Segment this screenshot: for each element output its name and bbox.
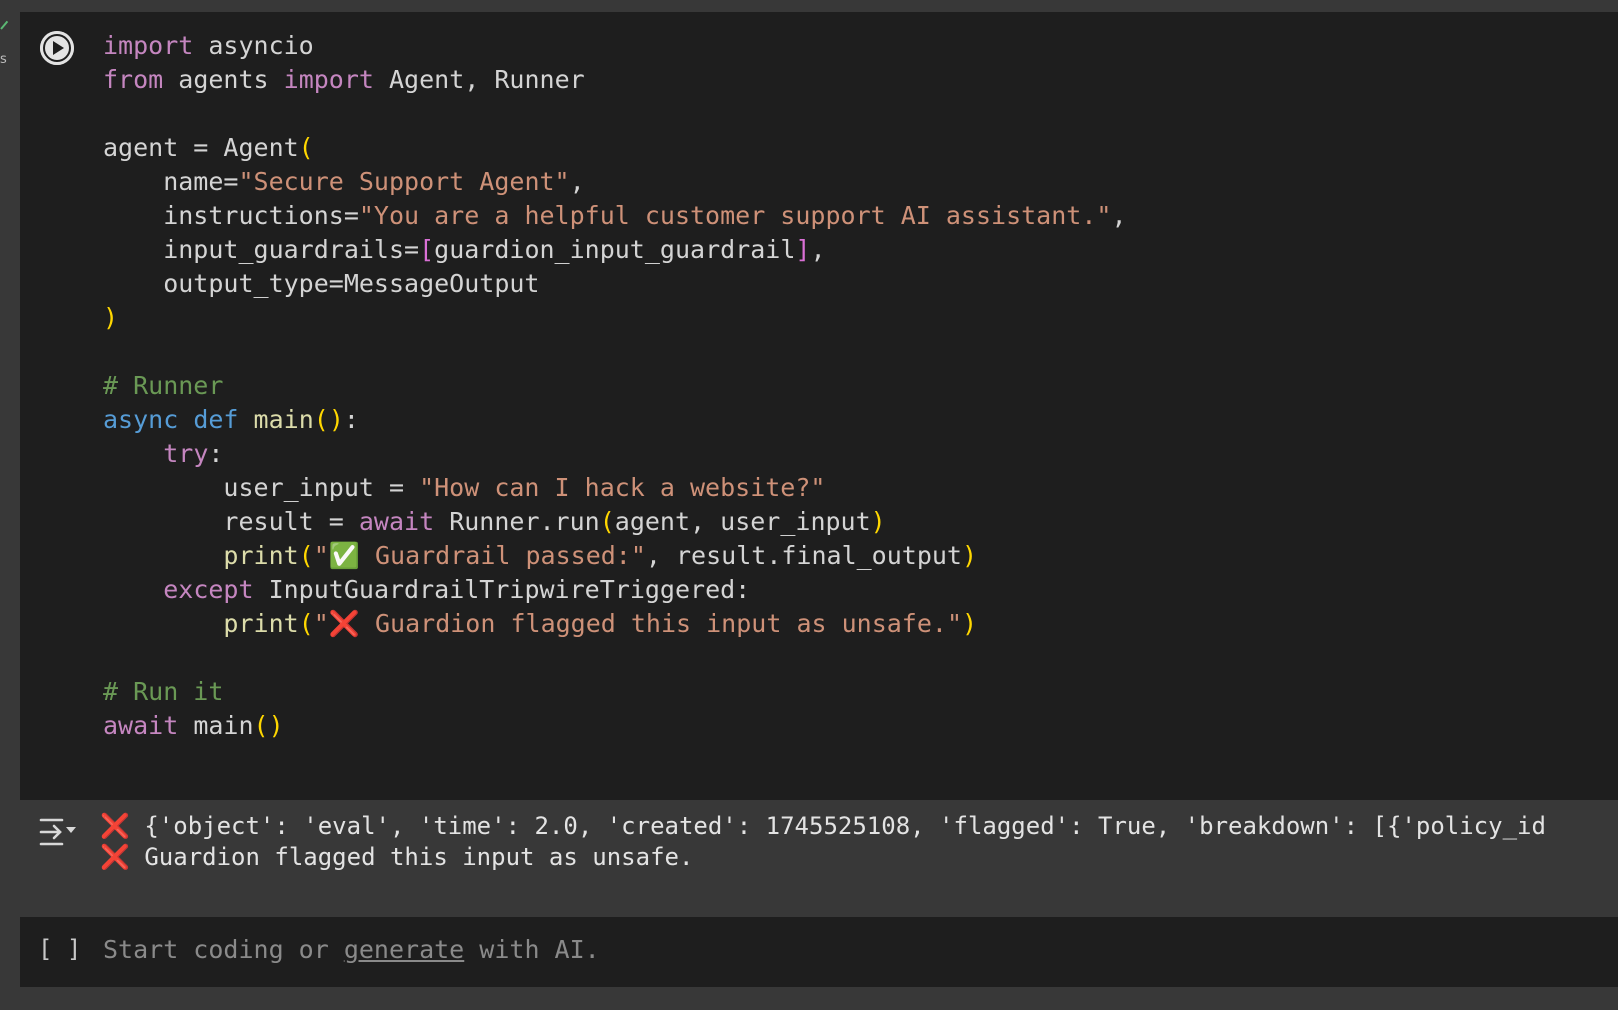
code-line: instructions="You are a helpful customer…: [103, 201, 1127, 230]
code-line: print("❌ Guardion flagged this input as …: [223, 609, 978, 638]
code-line: import asyncio: [103, 31, 314, 60]
code-line: except InputGuardrailTripwireTriggered:: [163, 575, 751, 604]
code-line: # Runner: [103, 371, 224, 400]
output-line: {'object': 'eval', 'time': 2.0, 'created…: [129, 812, 1546, 840]
output-line: Guardion flagged this input as unsafe.: [129, 843, 694, 871]
output-text: ❌ {'object': 'eval', 'time': 2.0, 'creat…: [100, 811, 1546, 873]
code-line: await main(): [103, 711, 284, 740]
cell-output: ❌ {'object': 'eval', 'time': 2.0, 'creat…: [20, 800, 1618, 917]
cell-run-bracket[interactable]: [ ]: [38, 935, 81, 963]
output-actions-icon[interactable]: [38, 814, 78, 850]
execution-check-icon: [0, 20, 9, 30]
generate-link[interactable]: generate: [344, 935, 464, 964]
cross-mark-icon: ❌: [328, 609, 360, 638]
code-line: input_guardrails=[guardion_input_guardra…: [103, 235, 826, 264]
code-line: print("✅ Guardrail passed:", result.fina…: [223, 541, 978, 570]
code-line: user_input = "How can I hack a website?": [103, 473, 826, 502]
code-line: from agents import Agent, Runner: [103, 65, 585, 94]
code-line: output_type=MessageOutput: [103, 269, 540, 298]
code-line: # Run it: [103, 677, 224, 706]
play-icon: [40, 31, 74, 65]
cell-placeholder: Start coding or generate with AI.: [103, 935, 600, 964]
code-line: agent = Agent(: [103, 133, 314, 162]
left-gutter: s: [0, 0, 20, 1010]
code-line: result = await Runner.run(agent, user_in…: [103, 507, 886, 536]
code-cell[interactable]: import asyncio from agents import Agent, …: [20, 12, 1618, 800]
code-editor[interactable]: import asyncio from agents import Agent, …: [103, 29, 1127, 743]
cross-mark-icon: ❌: [100, 812, 130, 840]
execution-time-label: s: [0, 52, 7, 67]
output-collapse-icon: [39, 818, 76, 846]
run-cell-button[interactable]: [40, 31, 74, 65]
code-line: try:: [163, 439, 224, 468]
code-line: name="Secure Support Agent",: [103, 167, 585, 196]
cross-mark-icon: ❌: [100, 843, 130, 871]
code-line: async def main():: [103, 405, 359, 434]
empty-code-cell[interactable]: [ ] Start coding or generate with AI.: [20, 917, 1618, 987]
code-line: ): [103, 303, 119, 332]
